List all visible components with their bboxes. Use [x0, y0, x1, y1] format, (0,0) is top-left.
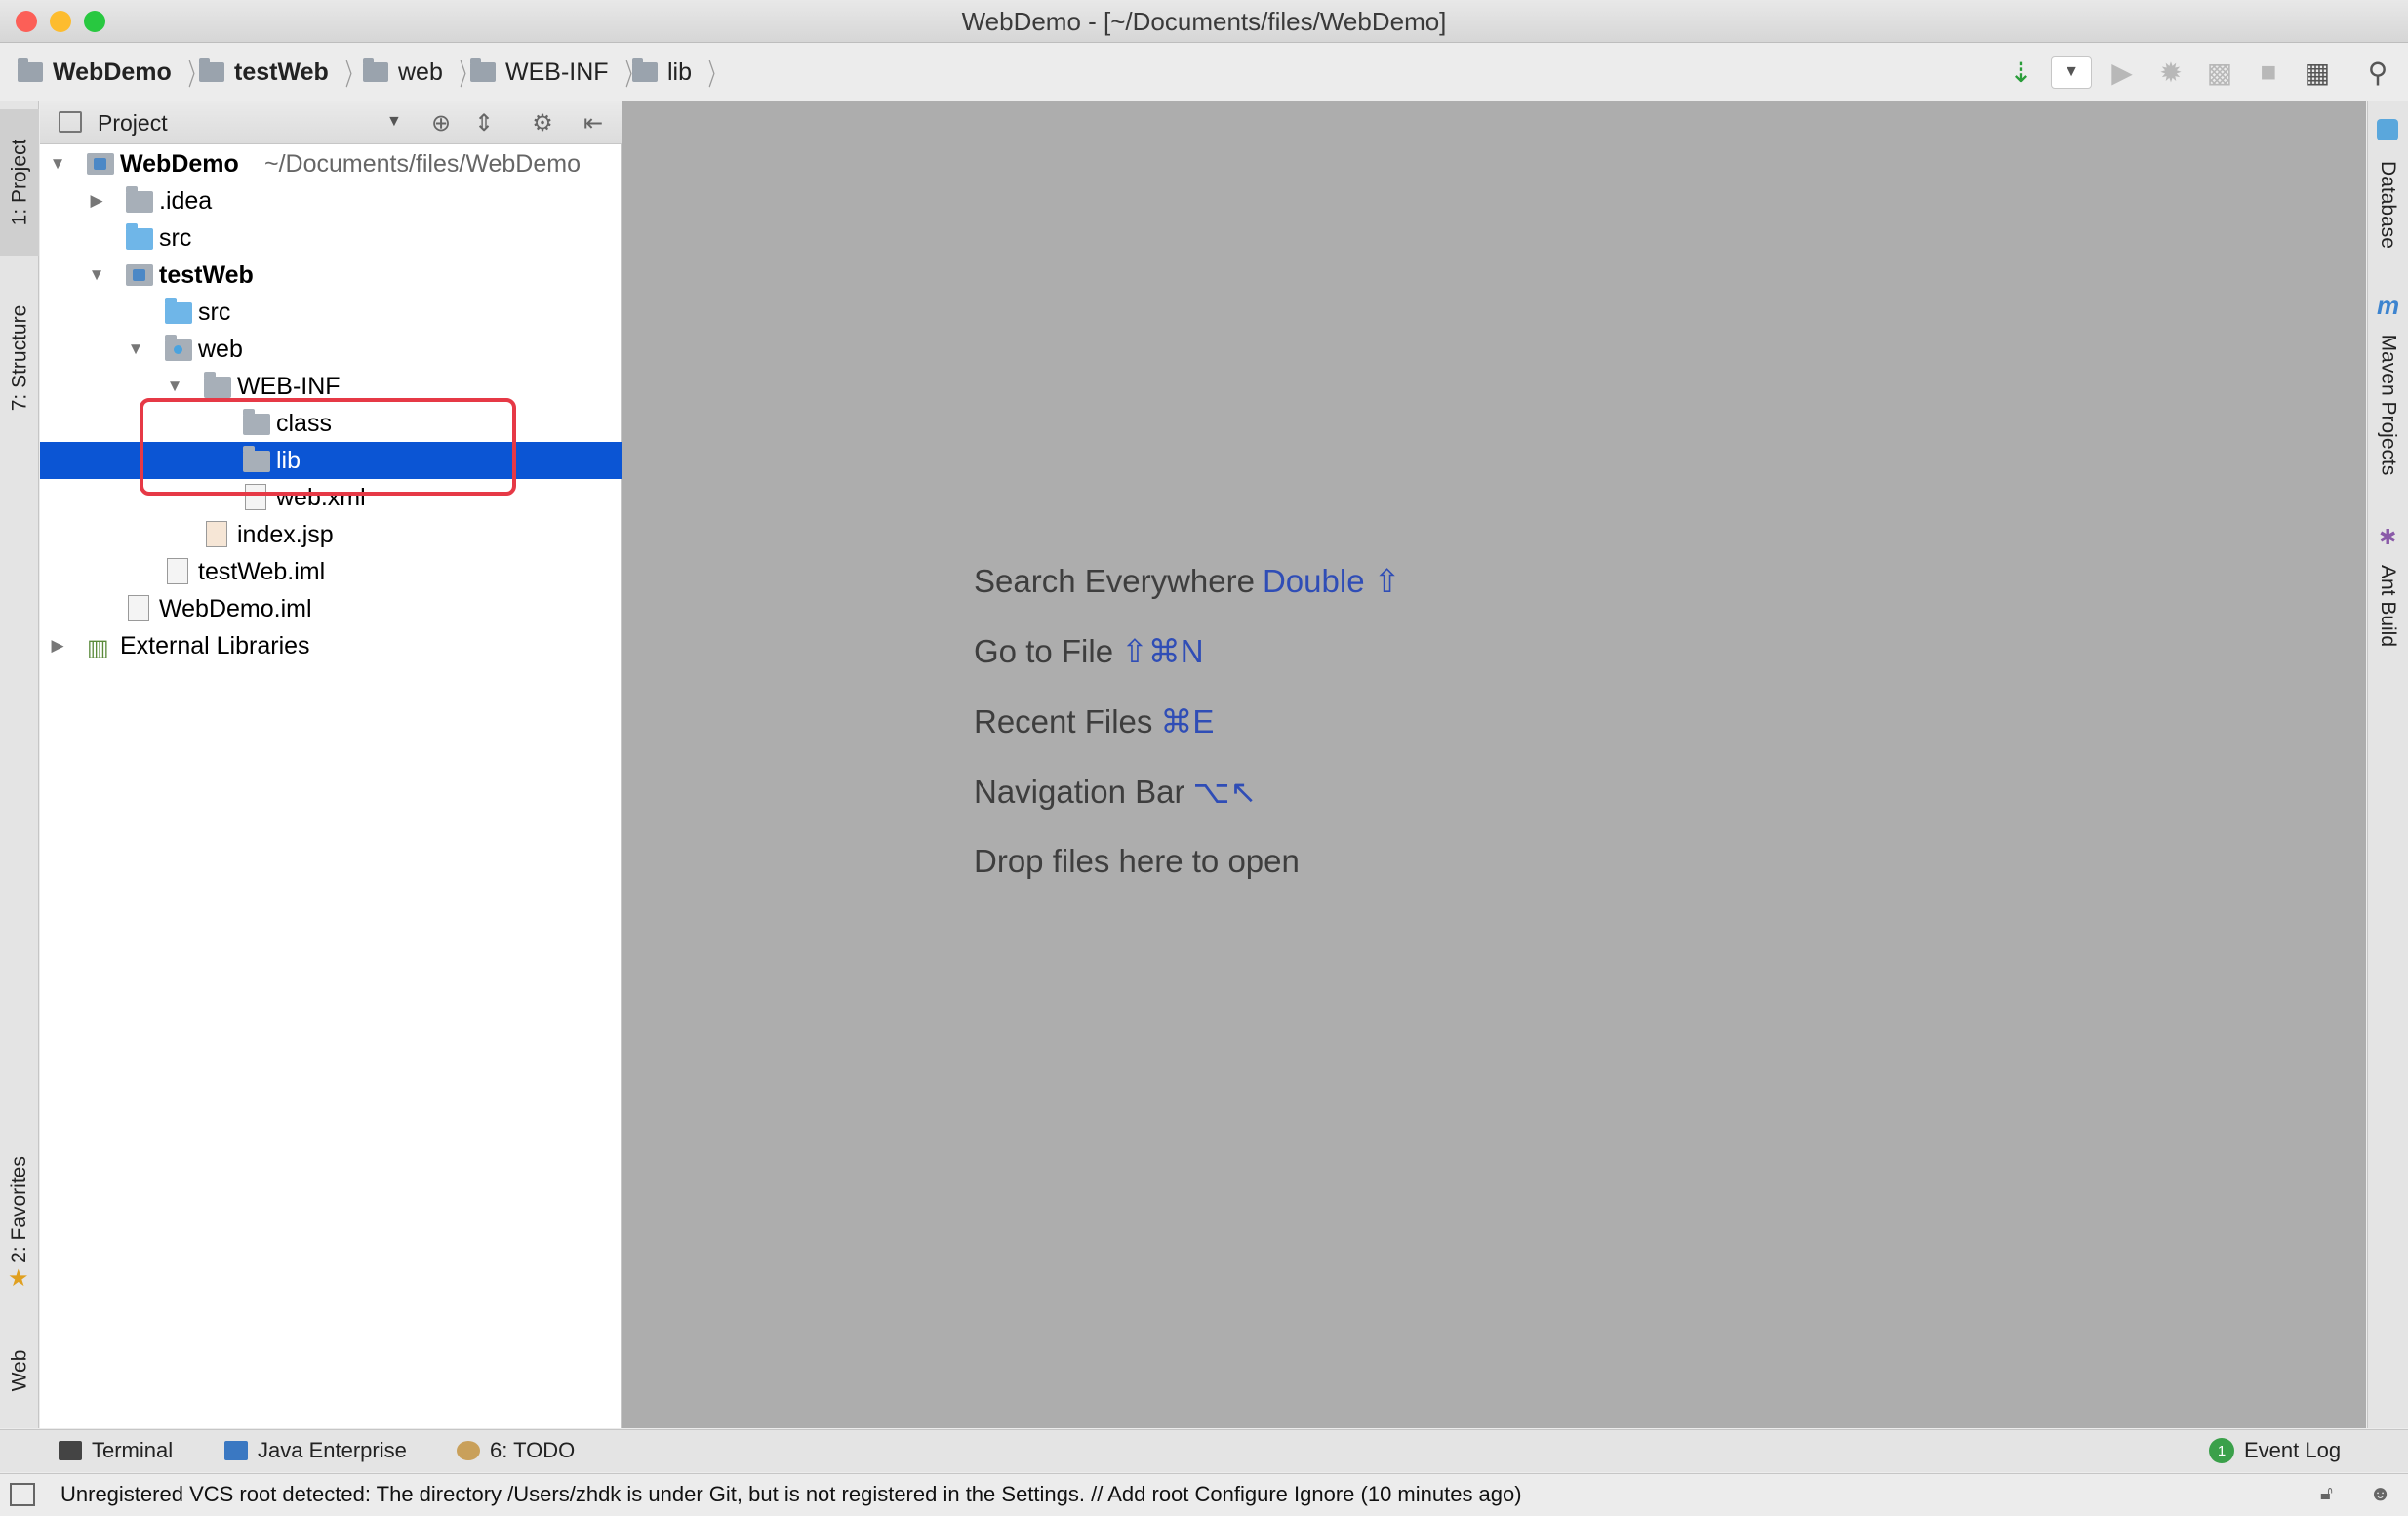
tree-item-testweb-iml[interactable]: testWeb.iml — [40, 553, 622, 590]
event-count-badge: 1 — [2209, 1438, 2234, 1463]
ant-icon: ✱ — [2379, 525, 2397, 549]
expanded-arrow-icon[interactable]: ▼ — [48, 154, 67, 174]
breadcrumb-item-web[interactable]: web 〉 — [363, 44, 482, 100]
search-icon[interactable]: ⚲ — [2359, 54, 2396, 91]
star-icon: ★ — [8, 1265, 29, 1292]
debug-icon[interactable]: ✹ — [2152, 54, 2189, 91]
tab-terminal[interactable]: Terminal — [59, 1429, 173, 1472]
inspector-icon[interactable]: ☻ — [2369, 1481, 2391, 1506]
tree-item-testweb-src[interactable]: src — [40, 294, 622, 331]
module-folder-icon — [199, 58, 224, 82]
hint-recent-files: Recent Files ⌘E — [974, 703, 1215, 739]
jsp-file-icon — [206, 521, 227, 547]
vcs-update-icon[interactable]: ⇣ — [2002, 54, 2039, 91]
tab-maven-projects[interactable]: Maven Projects — [2367, 322, 2408, 488]
folder-icon — [632, 58, 658, 82]
tree-item-index-jsp[interactable]: index.jsp — [40, 516, 622, 553]
chevron-right-icon: 〉 — [344, 60, 362, 92]
project-view-selector[interactable]: Project — [98, 101, 168, 144]
lock-icon[interactable]: 🔓︎ — [2320, 1483, 2333, 1505]
window-title: WebDemo - [~/Documents/files/WebDemo] — [961, 7, 1447, 36]
breadcrumb-item-web-inf[interactable]: WEB-INF 〉 — [470, 44, 648, 100]
folder-icon — [126, 186, 153, 213]
expanded-arrow-icon[interactable]: ▼ — [87, 265, 106, 285]
hint-navigation-bar: Navigation Bar ⌥↖ — [974, 774, 1258, 810]
hint-drop-files: Drop files here to open — [974, 843, 1300, 879]
expanded-arrow-icon[interactable]: ▼ — [165, 377, 184, 396]
iml-file-icon — [128, 595, 149, 621]
folder-icon — [470, 58, 496, 82]
highlight-box — [140, 398, 516, 496]
source-folder-icon — [165, 298, 192, 324]
web-folder-icon — [165, 335, 192, 361]
terminal-icon — [59, 1441, 82, 1460]
collapsed-arrow-icon[interactable]: ▶ — [87, 191, 106, 211]
stop-icon[interactable]: ■ — [2250, 54, 2287, 91]
tab-database[interactable]: Database — [2367, 146, 2408, 263]
library-icon: ▥ — [87, 635, 109, 661]
status-message[interactable]: Unregistered VCS root detected: The dire… — [60, 1473, 1522, 1516]
todo-icon — [457, 1441, 480, 1460]
expanded-arrow-icon[interactable]: ▼ — [126, 339, 145, 359]
folder-icon — [204, 372, 231, 398]
java-enterprise-icon — [224, 1441, 248, 1460]
toggle-tool-windows-icon[interactable] — [10, 1483, 35, 1506]
iml-file-icon — [167, 558, 188, 584]
tab-java-enterprise[interactable]: Java Enterprise — [224, 1429, 407, 1472]
gear-icon[interactable]: ⚙ — [527, 107, 558, 139]
hint-search-everywhere: Search Everywhere Double ⇧ — [974, 563, 1401, 599]
module-folder-icon — [18, 58, 43, 82]
tab-todo[interactable]: 6: TODO — [457, 1429, 575, 1472]
tree-item-webdemo[interactable]: ▼ WebDemo ~/Documents/files/WebDemo — [40, 145, 622, 182]
folder-icon — [363, 58, 388, 82]
maven-icon: m — [2377, 291, 2400, 320]
tab-structure[interactable]: 7: Structure — [0, 275, 39, 441]
hide-panel-icon[interactable]: ⇤ — [578, 107, 609, 139]
chevron-down-icon[interactable]: ▼ — [386, 113, 402, 131]
tab-web[interactable]: Web — [0, 1327, 39, 1415]
breadcrumb-item-testweb[interactable]: testWeb 〉 — [199, 44, 368, 100]
tree-item-webdemo-iml[interactable]: WebDemo.iml — [40, 590, 622, 627]
project-structure-icon[interactable]: ▦ — [2299, 54, 2336, 91]
editor-area[interactable] — [622, 101, 2366, 1428]
coverage-icon[interactable]: ▩ — [2201, 54, 2238, 91]
project-view-icon — [59, 111, 82, 133]
tab-ant-build[interactable]: Ant Build — [2367, 552, 2408, 659]
module-folder-icon — [87, 153, 114, 175]
hint-go-to-file: Go to File ⇧⌘N — [974, 633, 1204, 669]
run-configuration-dropdown[interactable]: ▼ — [2051, 56, 2092, 89]
tree-item-idea[interactable]: ▶ .idea — [40, 182, 622, 219]
module-folder-icon — [126, 264, 153, 286]
tab-project[interactable]: 1: Project — [0, 109, 39, 256]
breadcrumb-item-webdemo[interactable]: WebDemo 〉 — [18, 44, 211, 100]
tab-event-log[interactable]: 1 Event Log — [2209, 1429, 2341, 1472]
breadcrumb-item-lib[interactable]: lib 〉 — [632, 44, 731, 100]
database-icon — [2377, 119, 2398, 140]
tree-item-testweb[interactable]: ▼ testWeb — [40, 257, 622, 294]
tree-item-external-libraries[interactable]: ▶ ▥ External Libraries — [40, 627, 622, 664]
run-icon[interactable]: ▶ — [2104, 54, 2141, 91]
chevron-right-icon: 〉 — [707, 60, 725, 92]
tree-item-web[interactable]: ▼ web — [40, 331, 622, 368]
tree-item-src[interactable]: src — [40, 219, 622, 257]
scroll-from-source-icon[interactable]: ⊕ — [425, 107, 457, 139]
collapse-all-icon[interactable]: ⇕ — [468, 107, 500, 139]
source-folder-icon — [126, 223, 153, 250]
collapsed-arrow-icon[interactable]: ▶ — [48, 636, 67, 656]
